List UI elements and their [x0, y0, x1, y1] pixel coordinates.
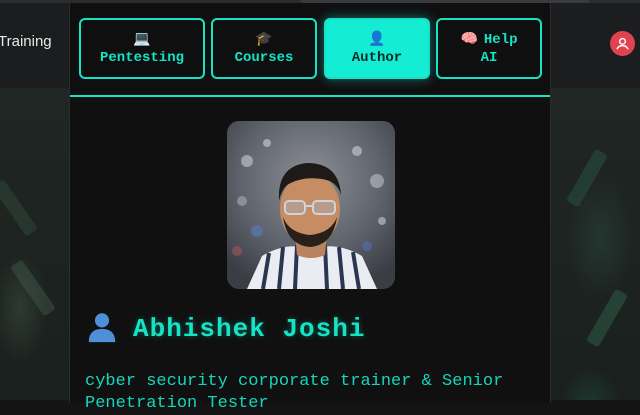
laptop-icon: 💻 — [133, 31, 151, 48]
tab-author-label: Author — [351, 49, 403, 66]
tab-help-ai[interactable]: 🧠 Help AI — [436, 18, 542, 79]
tab-author[interactable]: 👤 Author — [324, 18, 430, 79]
tab-pentesting[interactable]: 💻 Pentesting — [79, 18, 205, 79]
site-brand-text[interactable]: Training — [0, 33, 52, 50]
tab-courses-label: Courses — [234, 49, 294, 66]
user-circle-icon — [616, 37, 629, 50]
menu-tabs: 💻 Pentesting 🎓 Courses 👤 Author 🧠 Help A… — [70, 3, 550, 97]
author-dropdown-panel: 💻 Pentesting 🎓 Courses 👤 Author 🧠 Help A… — [69, 3, 551, 413]
author-photo — [227, 121, 395, 289]
person-icon: 👤 — [368, 31, 386, 48]
author-description: cyber security corporate trainer & Senio… — [85, 372, 504, 413]
brain-icon: 🧠 — [460, 31, 478, 48]
tab-pentesting-label: Pentesting — [99, 49, 184, 66]
author-name: Abhishek Joshi — [133, 314, 366, 344]
graduation-cap-icon: 🎓 — [255, 31, 273, 48]
account-button[interactable] — [610, 31, 635, 56]
tab-help-label: Help — [483, 31, 518, 48]
tab-ai-label: AI — [480, 49, 498, 66]
author-name-row: Abhishek Joshi — [85, 309, 365, 349]
tab-courses[interactable]: 🎓 Courses — [211, 18, 317, 79]
person-icon — [85, 310, 119, 349]
